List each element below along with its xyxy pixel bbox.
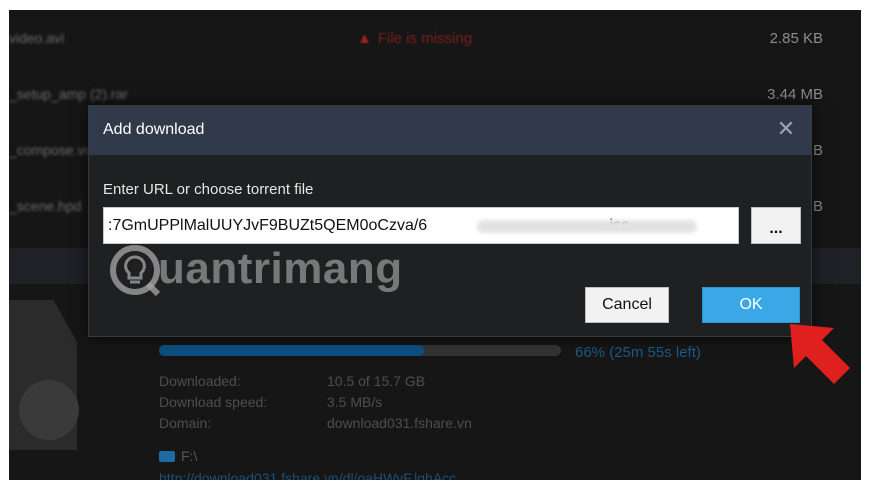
status-label: File is missing <box>377 30 473 47</box>
detail-label: Domain: <box>159 415 212 431</box>
file-size: 3.44 MB <box>767 86 823 103</box>
red-arrow-pointer-icon <box>790 324 850 384</box>
file-size: B <box>812 198 823 215</box>
progress-fill <box>159 345 425 356</box>
download-url-link[interactable]: http://download031.fshare.vn/dl/oaHWyF.l… <box>159 470 468 480</box>
detail-label: Downloaded: <box>159 373 241 389</box>
file-name: _scene.hpd <box>9 198 82 214</box>
detail-value: 10.5 of 15.7 GB <box>327 373 426 389</box>
file-name: _compose.vol <box>9 142 96 158</box>
file-size: 2.85 KB <box>769 30 823 47</box>
folder-icon <box>159 451 175 462</box>
warning-icon: ▲ <box>357 30 372 47</box>
file-name: video.avi <box>9 30 65 46</box>
file-name: _setup_amp (2).rar <box>9 86 129 102</box>
folder-link[interactable]: F:\ <box>159 448 197 464</box>
browse-torrent-button[interactable]: ... <box>751 207 801 244</box>
close-icon[interactable]: ✕ <box>773 116 799 142</box>
progress-text: 66% (25m 55s left) <box>575 344 701 361</box>
file-icon-disc <box>19 380 79 440</box>
detail-label: Download speed: <box>159 394 268 410</box>
url-field-label: Enter URL or choose torrent file <box>103 181 314 198</box>
redaction-blur <box>477 220 697 233</box>
cancel-button[interactable]: Cancel <box>585 287 669 323</box>
detail-value: 3.5 MB/s <box>327 394 383 410</box>
dialog-header: Add download ✕ <box>89 106 811 155</box>
list-row[interactable]: video.avi ▲ File is missing 2.85 KB <box>9 10 861 66</box>
dialog-title: Add download <box>103 121 205 138</box>
detail-value: download031.fshare.vn <box>327 415 472 431</box>
file-size: B <box>812 142 823 159</box>
folder-path: F:\ <box>181 448 198 464</box>
progress-bar <box>159 345 561 356</box>
status-text: ▲ File is missing <box>357 30 472 47</box>
add-download-dialog: Add download ✕ Enter URL or choose torre… <box>88 105 812 337</box>
